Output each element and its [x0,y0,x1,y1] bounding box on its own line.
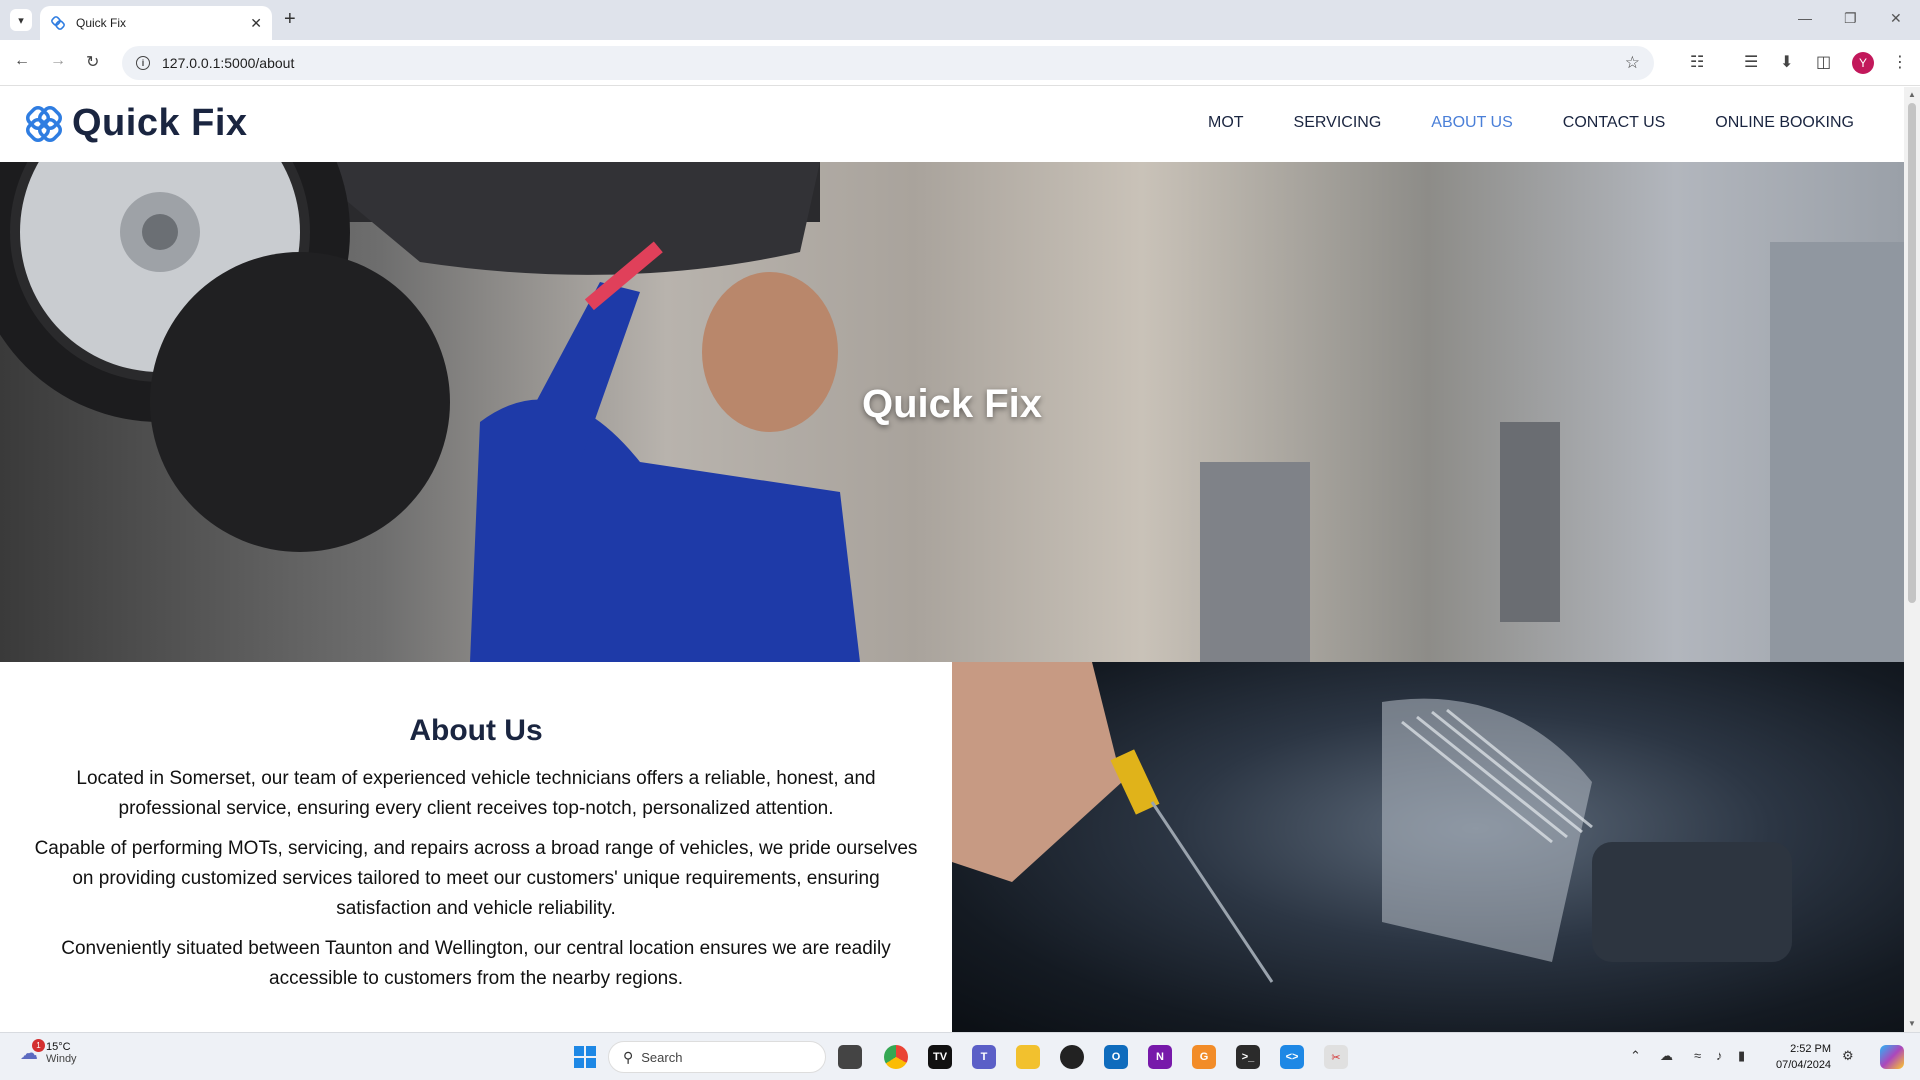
file-explorer-icon[interactable] [1016,1045,1040,1069]
browser-tab-bar: ▾ Quick Fix ✕ + — ❐ ✕ [0,0,1920,40]
volume-icon[interactable]: ♪ [1716,1048,1723,1063]
reading-list-icon[interactable]: ☰ [1744,52,1758,72]
scroll-down-icon[interactable]: ▼ [1908,1019,1916,1028]
system-clock[interactable]: 2:52 PM 07/04/2024 [1776,1041,1831,1073]
taskbar-search[interactable]: ⚲ Search [608,1041,826,1073]
hero-title: Quick Fix [861,382,1043,426]
main-nav: MOT SERVICING ABOUT US CONTACT US ONLINE… [1208,114,1854,132]
bookmark-star-icon[interactable]: ☆ [1625,53,1640,73]
teams-icon[interactable]: T [972,1045,996,1069]
forward-icon[interactable]: → [50,52,66,70]
chrome-icon[interactable] [884,1045,908,1069]
window-close-icon[interactable]: ✕ [1890,10,1902,27]
profile-avatar[interactable]: Y [1852,52,1874,74]
page-scrollbar[interactable]: ▲ ▼ [1904,87,1920,1032]
notification-bell-icon[interactable]: ⚙ [1842,1048,1854,1064]
about-section: About Us Located in Somerset, our team o… [0,662,952,1032]
tab-title: Quick Fix [76,16,127,30]
about-paragraph-2: Capable of performing MOTs, servicing, a… [34,838,918,919]
minimize-icon[interactable]: — [1798,10,1812,26]
copilot-icon[interactable] [1880,1045,1904,1069]
nav-online-booking[interactable]: ONLINE BOOKING [1715,114,1854,132]
nav-servicing[interactable]: SERVICING [1294,114,1382,132]
taskbar-search-placeholder: Search [641,1049,683,1065]
side-panel-icon[interactable]: ◫ [1816,52,1831,72]
nav-contact-us[interactable]: CONTACT US [1563,114,1666,132]
onedrive-icon[interactable]: ☁ [1660,1048,1673,1064]
tradingview-icon[interactable]: TV [928,1045,952,1069]
new-tab-button[interactable]: + [284,9,296,29]
scrollbar-thumb[interactable] [1908,103,1916,603]
about-paragraph-1: Located in Somerset, our team of experie… [76,768,876,819]
address-bar[interactable]: i 127.0.0.1:5000/about ☆ [122,46,1654,80]
nav-about-us[interactable]: ABOUT US [1431,114,1513,132]
browser-tab[interactable]: Quick Fix ✕ [40,6,272,40]
weather-temp: 15°C [46,1041,71,1053]
tab-close-icon[interactable]: ✕ [250,15,262,32]
windows-taskbar: ☁ 15°C Windy 1 ⚲ Search TV T O N G >_ <>… [0,1032,1920,1080]
terminal-icon[interactable]: >_ [1236,1045,1260,1069]
alien-app-icon[interactable] [1060,1045,1084,1069]
site-logo[interactable]: Quick Fix [24,102,248,145]
wifi-icon[interactable]: ≈ [1694,1048,1701,1063]
start-button[interactable] [574,1046,596,1068]
hero-banner: Quick Fix [0,162,1904,662]
weather-badge: 1 [32,1039,45,1052]
download-icon[interactable]: ⬇ [1780,52,1793,72]
web-page: Quick Fix MOT SERVICING ABOUT US CONTACT… [0,87,1904,1032]
back-icon[interactable]: ← [14,52,30,70]
snipping-tool-icon[interactable]: ✂ [1324,1045,1348,1069]
logo-icon [26,105,62,142]
site-favicon-icon [51,16,65,30]
about-heading: About Us [409,714,543,747]
about-paragraph-3: Conveniently situated between Taunton an… [61,938,891,989]
tab-search-button[interactable]: ▾ [10,9,32,31]
nav-mot[interactable]: MOT [1208,114,1244,132]
site-header: Quick Fix MOT SERVICING ABOUT US CONTACT… [0,87,1904,162]
task-view-icon[interactable] [838,1045,862,1069]
restore-icon[interactable]: ❐ [1844,10,1857,27]
battery-icon[interactable]: ▮ [1738,1048,1745,1064]
extensions-icon[interactable]: ☷ [1690,52,1704,72]
menu-kebab-icon[interactable]: ⋮ [1892,52,1908,72]
tray-overflow-icon[interactable]: ⌃ [1630,1048,1641,1064]
reload-icon[interactable]: ↻ [86,52,99,72]
engine-photo [952,662,1904,1032]
pdf-app-icon[interactable]: G [1192,1045,1216,1069]
weather-widget[interactable]: ☁ 15°C Windy [20,1041,77,1065]
address-url[interactable]: 127.0.0.1:5000/about [162,55,294,71]
scroll-up-icon[interactable]: ▲ [1908,90,1916,99]
search-icon: ⚲ [623,1048,634,1065]
outlook-icon[interactable]: O [1104,1045,1128,1069]
clock-time: 2:52 PM [1790,1043,1832,1055]
site-info-icon[interactable]: i [136,56,150,70]
clock-date: 07/04/2024 [1776,1059,1832,1071]
onenote-icon[interactable]: N [1148,1045,1172,1069]
vscode-icon[interactable]: <> [1280,1045,1304,1069]
weather-desc: Windy [46,1053,77,1065]
browser-toolbar: ← → ↻ i 127.0.0.1:5000/about ☆ ☷ ☰ ⬇ ◫ Y… [0,40,1920,86]
logo-text: Quick Fix [72,102,248,144]
engine-image [952,662,1792,983]
